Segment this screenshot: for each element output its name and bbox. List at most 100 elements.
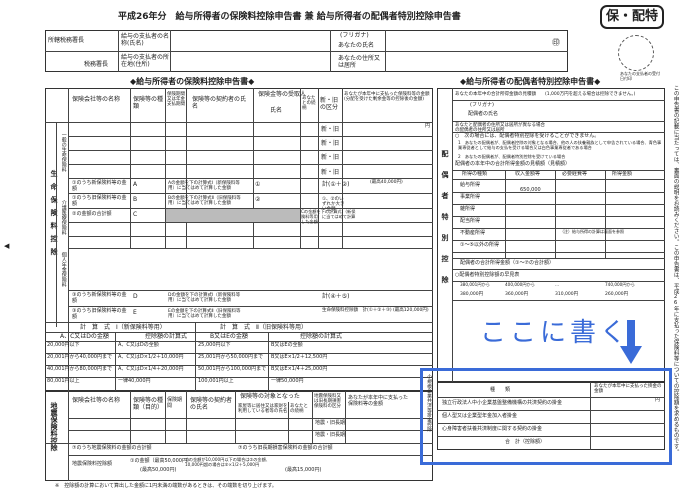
furigana-label: (フリガナ) <box>340 32 369 39</box>
th-expense: 必要経費等 <box>562 171 588 177</box>
col-contractor-label: 保険等の契約者の氏名 <box>192 96 247 110</box>
cell-d: D <box>133 293 138 300</box>
cell-e: E <box>133 309 137 316</box>
max-40k-a: (最高40,000円) <box>370 180 403 185</box>
receipt-stamp-ring <box>618 35 654 71</box>
col-amount-label: あなたが本年中に支払った保険料等の金額(分配を受けた剰余金等の控除後の金額) <box>344 92 430 103</box>
th-kind: 所得の種類 <box>462 171 488 177</box>
col-period-label: 保険期間又は年金支払期間 <box>167 92 185 108</box>
ded-head-4: 740,000円から <box>605 282 635 287</box>
income-row-3: 雑所得 <box>460 206 476 212</box>
th-revenue: 収入金額等 <box>515 171 541 177</box>
sb-total: 合 計（控除額） <box>505 439 546 445</box>
f2-calc-4: 一律50,000円 <box>271 378 304 384</box>
callout-text: ここに書く <box>480 318 631 348</box>
mark-2: ② <box>255 196 261 203</box>
formula-head-1: A、C又はDの金額 <box>60 333 109 340</box>
cond-1: 1 あなたの配偶者が、配偶者控除の対象となる場合、他の人の扶養親族として申告され… <box>458 140 662 150</box>
eq-kind-row-2[interactable]: 地震・旧長期 <box>315 432 345 439</box>
row-pension-label: 個人年金保険料 <box>60 252 67 287</box>
ded-val-3: 310,000円 <box>555 292 579 297</box>
sb-row-2: 個人型又は企業型年金加入者掛金 <box>442 413 518 419</box>
income-row-6: ①～⑤以外の所得 <box>460 242 499 248</box>
formula1-title: 計 算 式 Ⅰ（新保険料等用） <box>80 324 166 331</box>
total-45-label: 計(④＋⑤) <box>322 293 350 300</box>
ded-head-2: 400,000円から <box>505 282 535 287</box>
spouse-section-title: ◆給与所得者の配偶者特別控除申告書◆ <box>460 77 601 86</box>
form-title: 平成26年分 給与所得者の保険料控除申告書 兼 給与所得者の配偶者特別控除申告書 <box>118 12 461 22</box>
cond-2: 2 あなたの配偶者が、配偶者特別控除を受けている場合 <box>458 154 566 159</box>
f1-calc-3: A、C又はD×1/4＋20,000円 <box>118 366 184 372</box>
your-name-input[interactable] <box>386 31 546 50</box>
newold-row-1[interactable]: 新・旧 <box>321 126 339 134</box>
income-row-1: 給与所得 <box>460 182 481 188</box>
your-address-input[interactable] <box>386 52 566 71</box>
total-income: 配偶者の合計所得金額（①～⑦の合計額） <box>460 260 554 266</box>
form-type-badge: 保・配特 <box>600 5 664 29</box>
eq-col-type: 保険等の種類（目的） <box>133 397 164 411</box>
sb-yen-1: 円 <box>655 397 661 403</box>
eq-col-paid: あなたが本年中に支払った保険料等の金額 <box>348 395 409 407</box>
eq-sum-long: ⑦のうち旧長期損害保険料の金額の合計額 <box>238 445 333 451</box>
payer-address-input[interactable] <box>171 52 329 71</box>
ded-val-2: 360,000円 <box>505 292 529 297</box>
eq-col-target: 保険等の対象となった <box>240 393 300 400</box>
medical-grey-cell <box>166 209 300 222</box>
sb-col-amount: あなたが本年中に支払った掛金の金額 <box>594 384 662 395</box>
calc-d-label: Dの金額を下の計算式Ⅰ（新保険料等用）に当てはめて計算した金額 <box>168 293 241 304</box>
insurance-section-title: ◆給与所得者の保険料控除申告書◆ <box>130 77 255 86</box>
eq-col-contractor: 保険等の契約者の氏名 <box>190 397 233 411</box>
calc-a-label: Aの金額を下の計算式Ⅰ（新保険料等用）に当てはめて計算した金額 <box>168 181 240 192</box>
sum-b-label: ①のうち旧保険料等の金額 <box>72 195 127 207</box>
spouse-name-input[interactable] <box>510 101 665 121</box>
sum-a-label: ①のうち新保険料等の金額 <box>72 180 127 192</box>
f2-row-2: 25,001円から50,000円まで <box>198 354 263 360</box>
mark-1: ① <box>255 181 261 188</box>
sample-note: （注）給与所得の計算は裏面を参照 <box>560 229 624 234</box>
eq-col-company: 保険会社等の名称 <box>72 397 121 404</box>
newold-row-2[interactable]: 新・旧 <box>321 140 339 148</box>
eq-ded-detail2: ②の金額が10,000円以下の場合は②の金額、10,000円超の場合は⑤×1/2… <box>185 457 270 467</box>
eq-col-period: 保険期間 <box>167 397 183 409</box>
eq-col-kind: 地震保険料又は旧長期損害保険料の区分 <box>314 394 341 410</box>
f2-calc-1: B又はEの全額 <box>271 342 303 348</box>
eq-sum-quake: ⑦のうち地震保険料の金額の合計額 <box>72 445 152 451</box>
f2-row-1: 25,000円以下 <box>198 342 231 348</box>
sb-col-type: 種 類 <box>490 387 511 393</box>
f2-row-4: 100,001円以上 <box>198 378 234 384</box>
eq-max-15k: (最高15,000円) <box>285 467 322 473</box>
office-head-label: 所轄税務署長 <box>48 37 85 44</box>
total-12-label: 計(①＋②) <box>322 181 350 188</box>
sum-c-label: ②の金額の合計額 <box>72 211 112 217</box>
income-row-4: 配当所得 <box>460 218 481 224</box>
payer-name-input[interactable] <box>171 31 329 50</box>
page-marker-icon: ◀ <box>4 242 10 250</box>
yen-label-1: 円 <box>425 123 431 129</box>
newold-row-3[interactable]: 新・旧 <box>321 154 339 162</box>
newold-row-4[interactable]: 新・旧 <box>321 169 339 177</box>
small-business-side-label: 小規模企業共済等掛金控除 <box>426 374 431 432</box>
payer-address-label: 給与の支払者の所在地(住所) <box>121 54 170 68</box>
f2-calc-3: B又はE×1/4＋25,000円 <box>271 366 328 372</box>
your-address-label: あなたの住所又は居所 <box>338 55 381 69</box>
tax-office-label: 税務署長 <box>84 61 109 68</box>
f1-row-3: 40,001円から80,000円まで <box>47 366 112 372</box>
spouse-furigana-label: (フリガナ) <box>470 102 494 108</box>
deduction-title: ○配偶者特別控除額の早見表 <box>455 272 520 278</box>
f1-row-2: 20,001円から40,000円まで <box>47 354 112 360</box>
income-row-5: 不動産所得 <box>460 230 486 236</box>
right-note: この申告書の記載に当たっては、裏面の説明をお読みください。この申告書は、平成26… <box>672 85 679 455</box>
down-arrow-icon <box>620 320 642 366</box>
calc-b-label: Bの金額を下の計算式Ⅱ（旧保険料等用）に当てはめて計算した金額 <box>168 196 241 207</box>
col-receiver-label: 保険金等の受取人 <box>258 91 307 98</box>
payer-name-label: 給与の支払者の名称(氏名) <box>121 33 170 47</box>
f1-calc-1: A、C又はDの全額 <box>118 342 159 348</box>
eq-kind-row-1[interactable]: 地震・旧長期 <box>315 420 345 427</box>
life-insurance-side-label: 生命保険料控除 <box>50 170 58 261</box>
row-medical-label: 介護医療保険料 <box>60 200 67 235</box>
eq-col-target2: 家屋等に居住又は家財を利用している者等の氏名 <box>238 404 288 415</box>
col-company-label: 保険会社等の名称 <box>72 96 121 103</box>
income-limit: (1,000万円を超える場合は控除できません。) <box>545 92 636 97</box>
calc-c-label: Cの金額を下の計算式Ⅰ（新保険料等用）に当てはめて計算した金額 <box>301 209 356 224</box>
ded-head-1: 380,001円から <box>460 282 490 287</box>
